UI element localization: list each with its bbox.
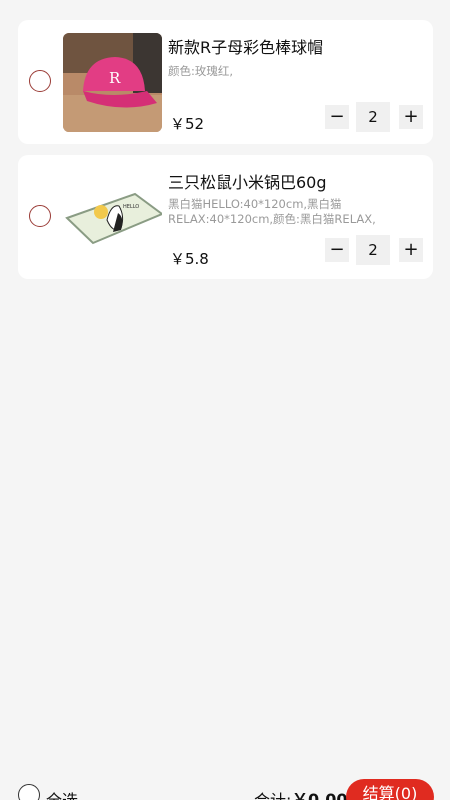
increase-button[interactable]: + bbox=[399, 105, 423, 129]
quantity-stepper: − 2 + bbox=[325, 102, 423, 132]
quantity-value[interactable]: 2 bbox=[356, 102, 390, 132]
product-spec: 颜色:玫瑰红, bbox=[168, 64, 234, 78]
checkout-button[interactable]: 结算(0) bbox=[346, 779, 434, 800]
cart-item: HELLO 三只松鼠小米锅巴60g 黑白猫HELLO:40*120cm,黑白猫R… bbox=[18, 155, 433, 279]
cart-list: R 新款R子母彩色棒球帽 颜色:玫瑰红, ￥52 − 2 + HELLO 三只松… bbox=[0, 0, 450, 766]
product-price: ￥5.8 bbox=[170, 250, 209, 268]
item-select-radio[interactable] bbox=[29, 205, 51, 227]
svg-text:HELLO: HELLO bbox=[123, 204, 139, 210]
checkout-bar: 全选 合计: ￥0.00 结算(0) bbox=[0, 766, 450, 800]
select-all-label[interactable]: 全选 bbox=[46, 787, 78, 800]
cart-item: R 新款R子母彩色棒球帽 颜色:玫瑰红, ￥52 − 2 + bbox=[18, 20, 433, 144]
pink-baseball-cap-icon: R bbox=[63, 33, 162, 132]
product-spec: 黑白猫HELLO:40*120cm,黑白猫RELAX:40*120cm,颜色:黑… bbox=[168, 197, 376, 226]
increase-button[interactable]: + bbox=[399, 238, 423, 262]
product-title[interactable]: 新款R子母彩色棒球帽 bbox=[168, 34, 323, 58]
product-title[interactable]: 三只松鼠小米锅巴60g bbox=[168, 169, 327, 193]
total-label: 合计: bbox=[254, 787, 291, 800]
cat-doormat-icon: HELLO bbox=[63, 168, 162, 267]
product-image[interactable]: R bbox=[63, 33, 162, 132]
quantity-value[interactable]: 2 bbox=[356, 235, 390, 265]
total-amount: ￥0.00 bbox=[292, 790, 348, 800]
product-price: ￥52 bbox=[170, 115, 205, 133]
product-image[interactable]: HELLO bbox=[63, 168, 162, 267]
item-select-radio[interactable] bbox=[29, 70, 51, 92]
quantity-stepper: − 2 + bbox=[325, 235, 423, 265]
decrease-button[interactable]: − bbox=[325, 238, 349, 262]
svg-text:R: R bbox=[109, 69, 121, 87]
select-all-radio[interactable] bbox=[18, 784, 40, 800]
decrease-button[interactable]: − bbox=[325, 105, 349, 129]
